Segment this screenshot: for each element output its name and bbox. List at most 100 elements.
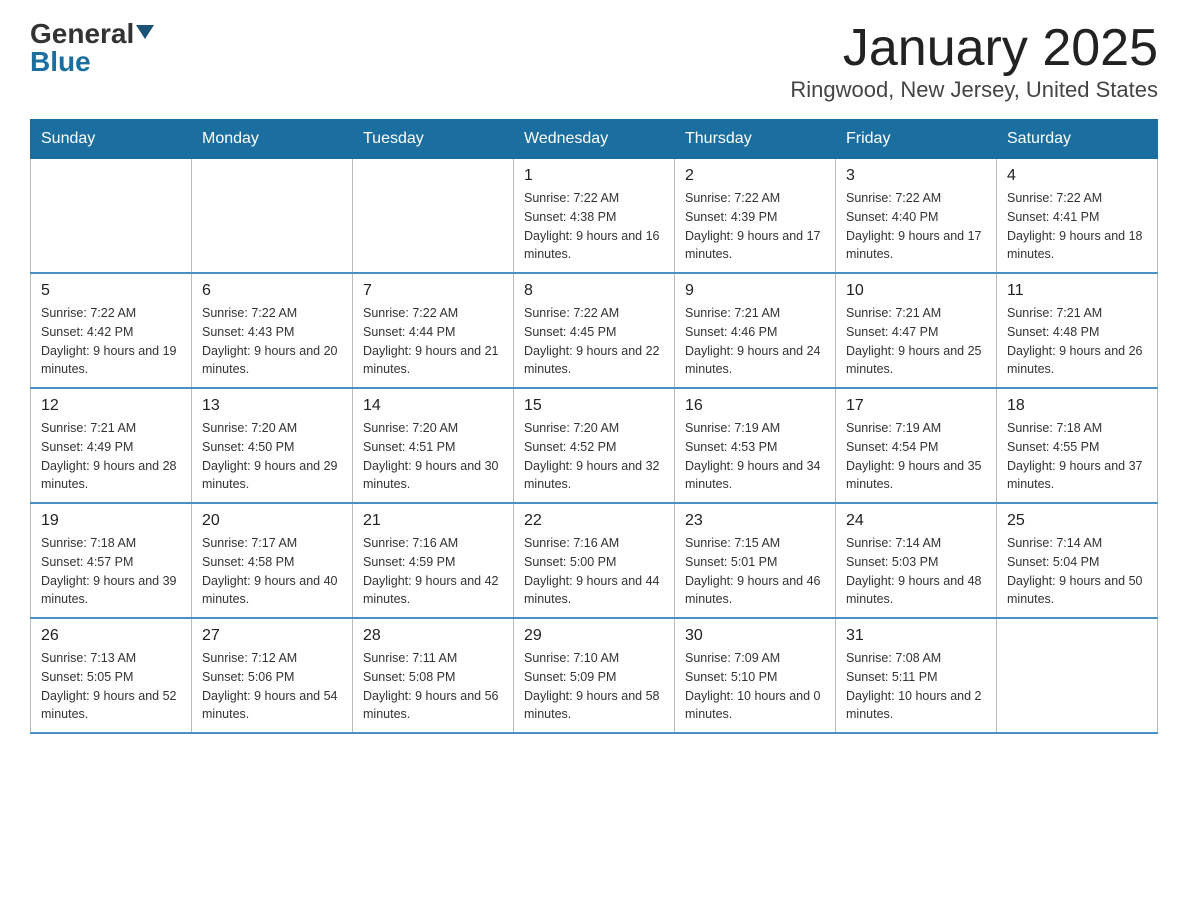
calendar-cell: 16 Sunrise: 7:19 AM Sunset: 4:53 PM Dayli… [675, 388, 836, 503]
calendar-cell: 31Sunrise: 7:08 AM Sunset: 5:11 PM Dayli… [836, 618, 997, 733]
day-info: Sunrise: 7:16 AM Sunset: 4:59 PM Dayligh… [363, 534, 503, 609]
day-number: 20 [202, 512, 342, 530]
logo-blue-text: Blue [30, 46, 91, 77]
day-number: 3 [846, 167, 986, 185]
calendar-cell: 6 Sunrise: 7:22 AM Sunset: 4:43 PM Daylig… [192, 273, 353, 388]
day-info: Sunrise: 7:22 AM Sunset: 4:43 PM Dayligh… [202, 304, 342, 379]
header-tuesday: Tuesday [353, 120, 514, 159]
calendar-cell: 5 Sunrise: 7:22 AM Sunset: 4:42 PM Daylig… [31, 273, 192, 388]
day-number: 16 [685, 397, 825, 415]
day-info: Sunrise: 7:14 AM Sunset: 5:04 PM Dayligh… [1007, 534, 1147, 609]
day-info: Sunrise: 7:22 AM Sunset: 4:38 PM Dayligh… [524, 189, 664, 264]
day-number: 24 [846, 512, 986, 530]
page-subtitle: Ringwood, New Jersey, United States [790, 77, 1158, 103]
day-info: Sunrise: 7:21 AM Sunset: 4:48 PM Dayligh… [1007, 304, 1147, 379]
calendar-cell: 17 Sunrise: 7:19 AM Sunset: 4:54 PM Dayli… [836, 388, 997, 503]
day-info: Sunrise: 7:22 AM Sunset: 4:39 PM Dayligh… [685, 189, 825, 264]
day-info: Sunrise: 7:18 AM Sunset: 4:57 PM Dayligh… [41, 534, 181, 609]
calendar-cell: 30 Sunrise: 7:09 AM Sunset: 5:10 PM Dayli… [675, 618, 836, 733]
calendar-week-row: 5 Sunrise: 7:22 AM Sunset: 4:42 PM Daylig… [31, 273, 1158, 388]
calendar-cell: 2Sunrise: 7:22 AM Sunset: 4:39 PM Daylig… [675, 159, 836, 274]
header-thursday: Thursday [675, 120, 836, 159]
calendar-week-row: 1 Sunrise: 7:22 AM Sunset: 4:38 PM Daylig… [31, 159, 1158, 274]
day-info: Sunrise: 7:14 AM Sunset: 5:03 PM Dayligh… [846, 534, 986, 609]
day-number: 9 [685, 282, 825, 300]
header-sunday: Sunday [31, 120, 192, 159]
day-number: 15 [524, 397, 664, 415]
day-number: 7 [363, 282, 503, 300]
day-number: 11 [1007, 282, 1147, 300]
day-info: Sunrise: 7:22 AM Sunset: 4:45 PM Dayligh… [524, 304, 664, 379]
day-number: 8 [524, 282, 664, 300]
day-info: Sunrise: 7:17 AM Sunset: 4:58 PM Dayligh… [202, 534, 342, 609]
day-info: Sunrise: 7:20 AM Sunset: 4:51 PM Dayligh… [363, 419, 503, 494]
calendar-cell: 8 Sunrise: 7:22 AM Sunset: 4:45 PM Daylig… [514, 273, 675, 388]
header-monday: Monday [192, 120, 353, 159]
logo-general-text: General [30, 20, 134, 48]
day-number: 31 [846, 627, 986, 645]
day-number: 5 [41, 282, 181, 300]
calendar-cell: 27 Sunrise: 7:12 AM Sunset: 5:06 PM Dayli… [192, 618, 353, 733]
day-info: Sunrise: 7:21 AM Sunset: 4:47 PM Dayligh… [846, 304, 986, 379]
calendar-cell: 24 Sunrise: 7:14 AM Sunset: 5:03 PM Dayli… [836, 503, 997, 618]
day-number: 22 [524, 512, 664, 530]
calendar-cell: 18Sunrise: 7:18 AM Sunset: 4:55 PM Dayli… [997, 388, 1158, 503]
calendar-cell: 9 Sunrise: 7:21 AM Sunset: 4:46 PM Daylig… [675, 273, 836, 388]
day-number: 21 [363, 512, 503, 530]
day-info: Sunrise: 7:22 AM Sunset: 4:42 PM Dayligh… [41, 304, 181, 379]
calendar-week-row: 12Sunrise: 7:21 AM Sunset: 4:49 PM Dayli… [31, 388, 1158, 503]
calendar-cell: 14 Sunrise: 7:20 AM Sunset: 4:51 PM Dayli… [353, 388, 514, 503]
day-info: Sunrise: 7:22 AM Sunset: 4:44 PM Dayligh… [363, 304, 503, 379]
calendar-cell: 29Sunrise: 7:10 AM Sunset: 5:09 PM Dayli… [514, 618, 675, 733]
calendar-cell: 10Sunrise: 7:21 AM Sunset: 4:47 PM Dayli… [836, 273, 997, 388]
calendar-cell [192, 159, 353, 274]
header-wednesday: Wednesday [514, 120, 675, 159]
day-number: 26 [41, 627, 181, 645]
calendar-cell: 11 Sunrise: 7:21 AM Sunset: 4:48 PM Dayli… [997, 273, 1158, 388]
calendar-week-row: 19 Sunrise: 7:18 AM Sunset: 4:57 PM Dayli… [31, 503, 1158, 618]
day-number: 28 [363, 627, 503, 645]
day-number: 13 [202, 397, 342, 415]
day-number: 17 [846, 397, 986, 415]
calendar-cell: 1 Sunrise: 7:22 AM Sunset: 4:38 PM Daylig… [514, 159, 675, 274]
calendar-cell: 12Sunrise: 7:21 AM Sunset: 4:49 PM Dayli… [31, 388, 192, 503]
day-info: Sunrise: 7:10 AM Sunset: 5:09 PM Dayligh… [524, 649, 664, 724]
day-number: 1 [524, 167, 664, 185]
day-number: 19 [41, 512, 181, 530]
day-number: 6 [202, 282, 342, 300]
day-info: Sunrise: 7:21 AM Sunset: 4:46 PM Dayligh… [685, 304, 825, 379]
day-number: 25 [1007, 512, 1147, 530]
header-saturday: Saturday [997, 120, 1158, 159]
header-friday: Friday [836, 120, 997, 159]
calendar-cell: 23 Sunrise: 7:15 AM Sunset: 5:01 PM Dayli… [675, 503, 836, 618]
day-info: Sunrise: 7:09 AM Sunset: 5:10 PM Dayligh… [685, 649, 825, 724]
calendar-cell: 28Sunrise: 7:11 AM Sunset: 5:08 PM Dayli… [353, 618, 514, 733]
header: General Blue January 2025 Ringwood, New … [30, 20, 1158, 103]
calendar-cell: 22Sunrise: 7:16 AM Sunset: 5:00 PM Dayli… [514, 503, 675, 618]
day-info: Sunrise: 7:13 AM Sunset: 5:05 PM Dayligh… [41, 649, 181, 724]
calendar-cell: 26 Sunrise: 7:13 AM Sunset: 5:05 PM Dayli… [31, 618, 192, 733]
day-info: Sunrise: 7:12 AM Sunset: 5:06 PM Dayligh… [202, 649, 342, 724]
calendar-cell: 25 Sunrise: 7:14 AM Sunset: 5:04 PM Dayli… [997, 503, 1158, 618]
day-info: Sunrise: 7:22 AM Sunset: 4:41 PM Dayligh… [1007, 189, 1147, 264]
day-number: 4 [1007, 167, 1147, 185]
day-number: 12 [41, 397, 181, 415]
day-info: Sunrise: 7:19 AM Sunset: 4:54 PM Dayligh… [846, 419, 986, 494]
day-number: 30 [685, 627, 825, 645]
calendar-cell: 15Sunrise: 7:20 AM Sunset: 4:52 PM Dayli… [514, 388, 675, 503]
day-number: 27 [202, 627, 342, 645]
day-number: 14 [363, 397, 503, 415]
title-area: January 2025 Ringwood, New Jersey, Unite… [790, 20, 1158, 103]
day-number: 23 [685, 512, 825, 530]
day-info: Sunrise: 7:19 AM Sunset: 4:53 PM Dayligh… [685, 419, 825, 494]
calendar-cell: 21 Sunrise: 7:16 AM Sunset: 4:59 PM Dayli… [353, 503, 514, 618]
day-info: Sunrise: 7:15 AM Sunset: 5:01 PM Dayligh… [685, 534, 825, 609]
calendar: Sunday Monday Tuesday Wednesday Thursday… [30, 119, 1158, 734]
calendar-header-row: Sunday Monday Tuesday Wednesday Thursday… [31, 120, 1158, 159]
calendar-cell: 4 Sunrise: 7:22 AM Sunset: 4:41 PM Daylig… [997, 159, 1158, 274]
day-info: Sunrise: 7:20 AM Sunset: 4:50 PM Dayligh… [202, 419, 342, 494]
calendar-cell [997, 618, 1158, 733]
logo: General Blue [30, 20, 154, 76]
calendar-cell: 13 Sunrise: 7:20 AM Sunset: 4:50 PM Dayli… [192, 388, 353, 503]
calendar-week-row: 26 Sunrise: 7:13 AM Sunset: 5:05 PM Dayli… [31, 618, 1158, 733]
